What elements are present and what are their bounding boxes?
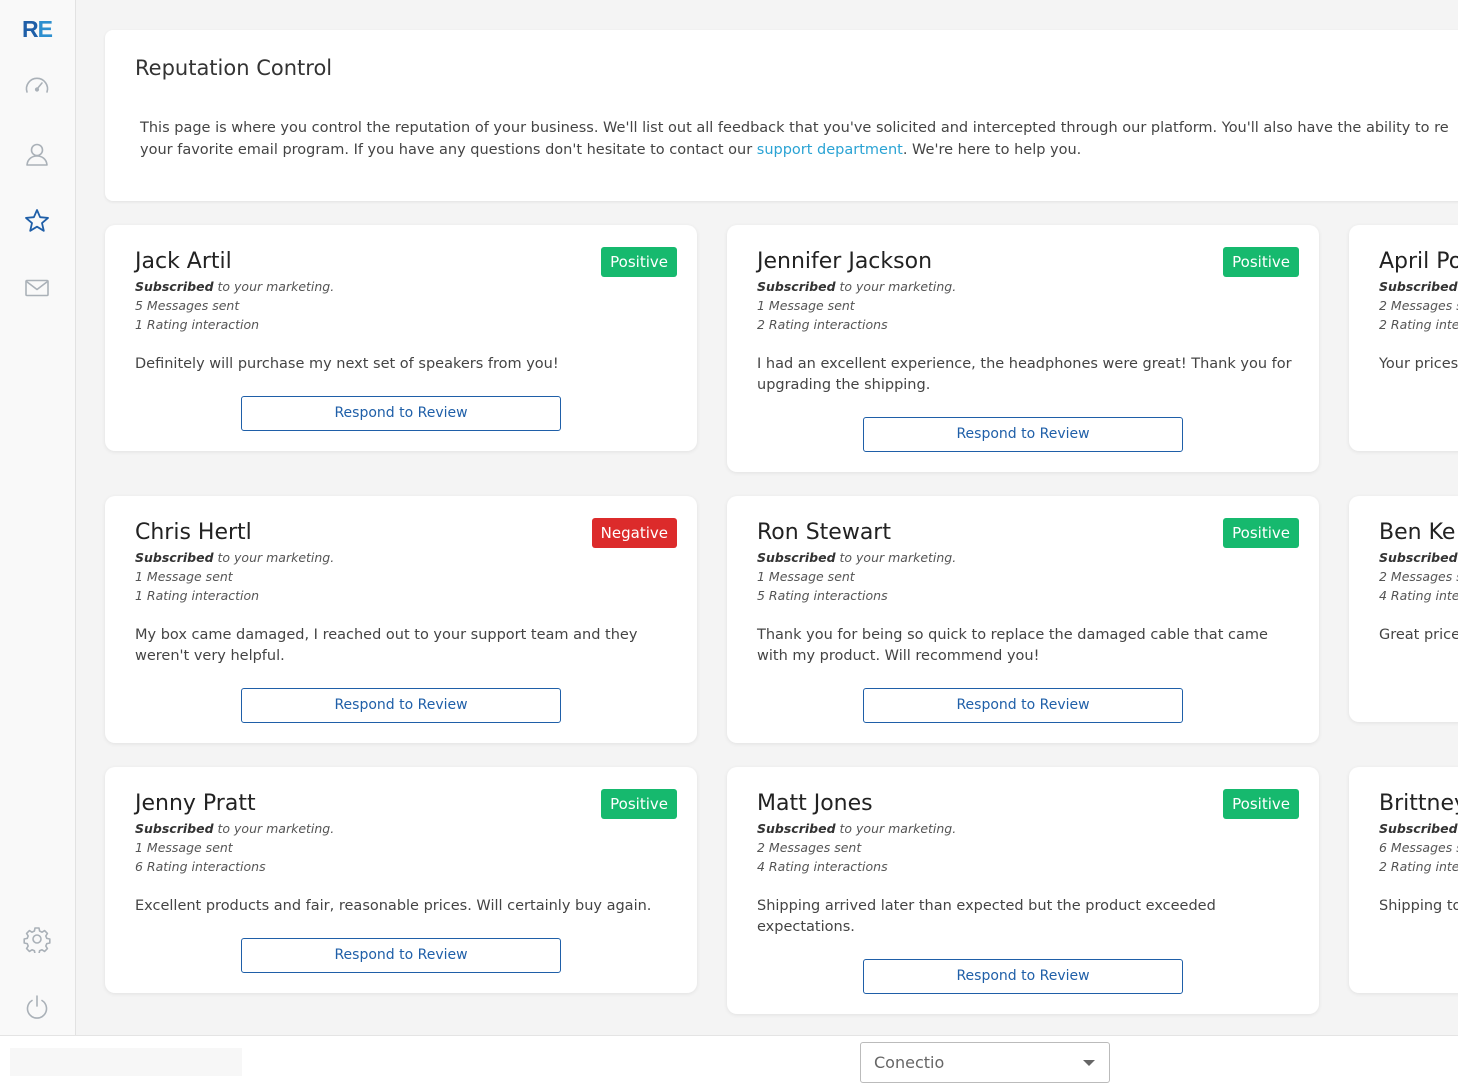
respond-to-review-button[interactable]: Respond to Review xyxy=(241,396,561,431)
review-card: April Po Subscribed i2 Messages s2 Rating… xyxy=(1349,225,1458,451)
intro-line-1: This page is where you control the reput… xyxy=(140,120,1449,136)
sentiment-badge: Positive xyxy=(601,247,677,277)
intro-text: This page is where you control the reput… xyxy=(140,117,1458,161)
dashboard-gauge-icon[interactable] xyxy=(22,72,52,102)
review-card: Jennifer Jackson Positive Subscribed to yo… xyxy=(727,225,1319,472)
reviewer-meta: Subscribed i2 Messages s4 Rating inte xyxy=(1379,550,1458,603)
reviewer-meta: Subscribed to your marketing. 5 Messages … xyxy=(135,279,335,332)
review-text: My box came damaged, I reached out to yo… xyxy=(135,627,638,664)
app-logo[interactable]: RE xyxy=(22,16,53,43)
footer-bar: Conectio xyxy=(0,1035,1458,1087)
settings-gear-icon[interactable] xyxy=(22,924,52,954)
intro-line-2: your favorite email program. If you have… xyxy=(140,142,1082,158)
review-card: Jenny Pratt Positive Subscribed to your ma… xyxy=(105,767,697,993)
review-text: Shipping to xyxy=(1379,898,1458,914)
reviewer-name: Matt Jones xyxy=(757,791,873,816)
reviewer-name: Jack Artil xyxy=(135,249,232,274)
review-text: Great prices xyxy=(1379,627,1458,643)
review-text: Definitely will purchase my next set of … xyxy=(135,356,559,372)
reviewer-name: April Po xyxy=(1379,249,1458,274)
connection-select[interactable]: Conectio xyxy=(860,1042,1110,1083)
reviewer-meta: Subscribed i2 Messages s2 Rating inte xyxy=(1379,279,1458,332)
respond-to-review-button[interactable]: Respond to Review xyxy=(863,959,1183,994)
reviewer-name: Chris Hertl xyxy=(135,520,252,545)
contacts-icon[interactable] xyxy=(22,139,52,169)
power-icon[interactable] xyxy=(22,992,52,1022)
reviewer-name: Ben Ke xyxy=(1379,520,1456,545)
review-text: Excellent products and fair, reasonable … xyxy=(135,898,652,914)
review-card: Chris Hertl Negative Subscribed to your ma… xyxy=(105,496,697,743)
mail-icon[interactable] xyxy=(22,273,52,303)
reviewer-meta: Subscribed i6 Messages s2 Rating inte xyxy=(1379,821,1458,874)
sentiment-badge: Negative xyxy=(591,518,677,548)
review-text: Shipping arrived later than expected but… xyxy=(757,898,1216,935)
reviewer-name: Brittney xyxy=(1379,791,1458,816)
reviewer-meta: Subscribed to your marketing. 1 Message s… xyxy=(135,821,335,874)
reviewer-meta: Subscribed to your marketing. 1 Message s… xyxy=(757,550,957,603)
chevron-down-icon xyxy=(1083,1060,1095,1066)
support-link[interactable]: support department xyxy=(757,142,903,158)
sentiment-badge: Positive xyxy=(1223,247,1299,277)
review-card: Jack Artil Positive Subscribed to your mar… xyxy=(105,225,697,451)
page-title: Reputation Control xyxy=(135,56,333,80)
respond-to-review-button[interactable]: Respond to Review xyxy=(241,938,561,973)
review-card: Matt Jones Positive Subscribed to your mar… xyxy=(727,767,1319,1014)
sidebar: RE xyxy=(0,0,76,1087)
review-card: Brittney Subscribed i6 Messages s2 Rating… xyxy=(1349,767,1458,993)
respond-to-review-button[interactable]: Respond to Review xyxy=(241,688,561,723)
respond-to-review-button[interactable]: Respond to Review xyxy=(863,417,1183,452)
reviewer-name: Jenny Pratt xyxy=(135,791,256,816)
review-card: Ben Ke Subscribed i2 Messages s4 Rating i… xyxy=(1349,496,1458,722)
reviewer-meta: Subscribed to your marketing. 1 Message s… xyxy=(757,279,957,332)
respond-to-review-button[interactable]: Respond to Review xyxy=(863,688,1183,723)
reviewer-name: Ron Stewart xyxy=(757,520,891,545)
main-content: Reputation Control This page is where yo… xyxy=(76,0,1458,1035)
reviewer-name: Jennifer Jackson xyxy=(757,249,933,274)
star-icon[interactable] xyxy=(22,206,52,236)
review-text: I had an excellent experience, the headp… xyxy=(757,356,1292,393)
sentiment-badge: Positive xyxy=(601,789,677,819)
review-card: Ron Stewart Positive Subscribed to your ma… xyxy=(727,496,1319,743)
intro-card: Reputation Control This page is where yo… xyxy=(105,30,1458,201)
footer-placeholder xyxy=(10,1048,242,1076)
sentiment-badge: Positive xyxy=(1223,789,1299,819)
review-text: Thank you for being so quick to replace … xyxy=(757,627,1268,664)
reviewer-meta: Subscribed to your marketing. 2 Messages … xyxy=(757,821,957,874)
sentiment-badge: Positive xyxy=(1223,518,1299,548)
reviewer-meta: Subscribed to your marketing. 1 Message s… xyxy=(135,550,335,603)
review-text: Your prices xyxy=(1379,356,1458,372)
